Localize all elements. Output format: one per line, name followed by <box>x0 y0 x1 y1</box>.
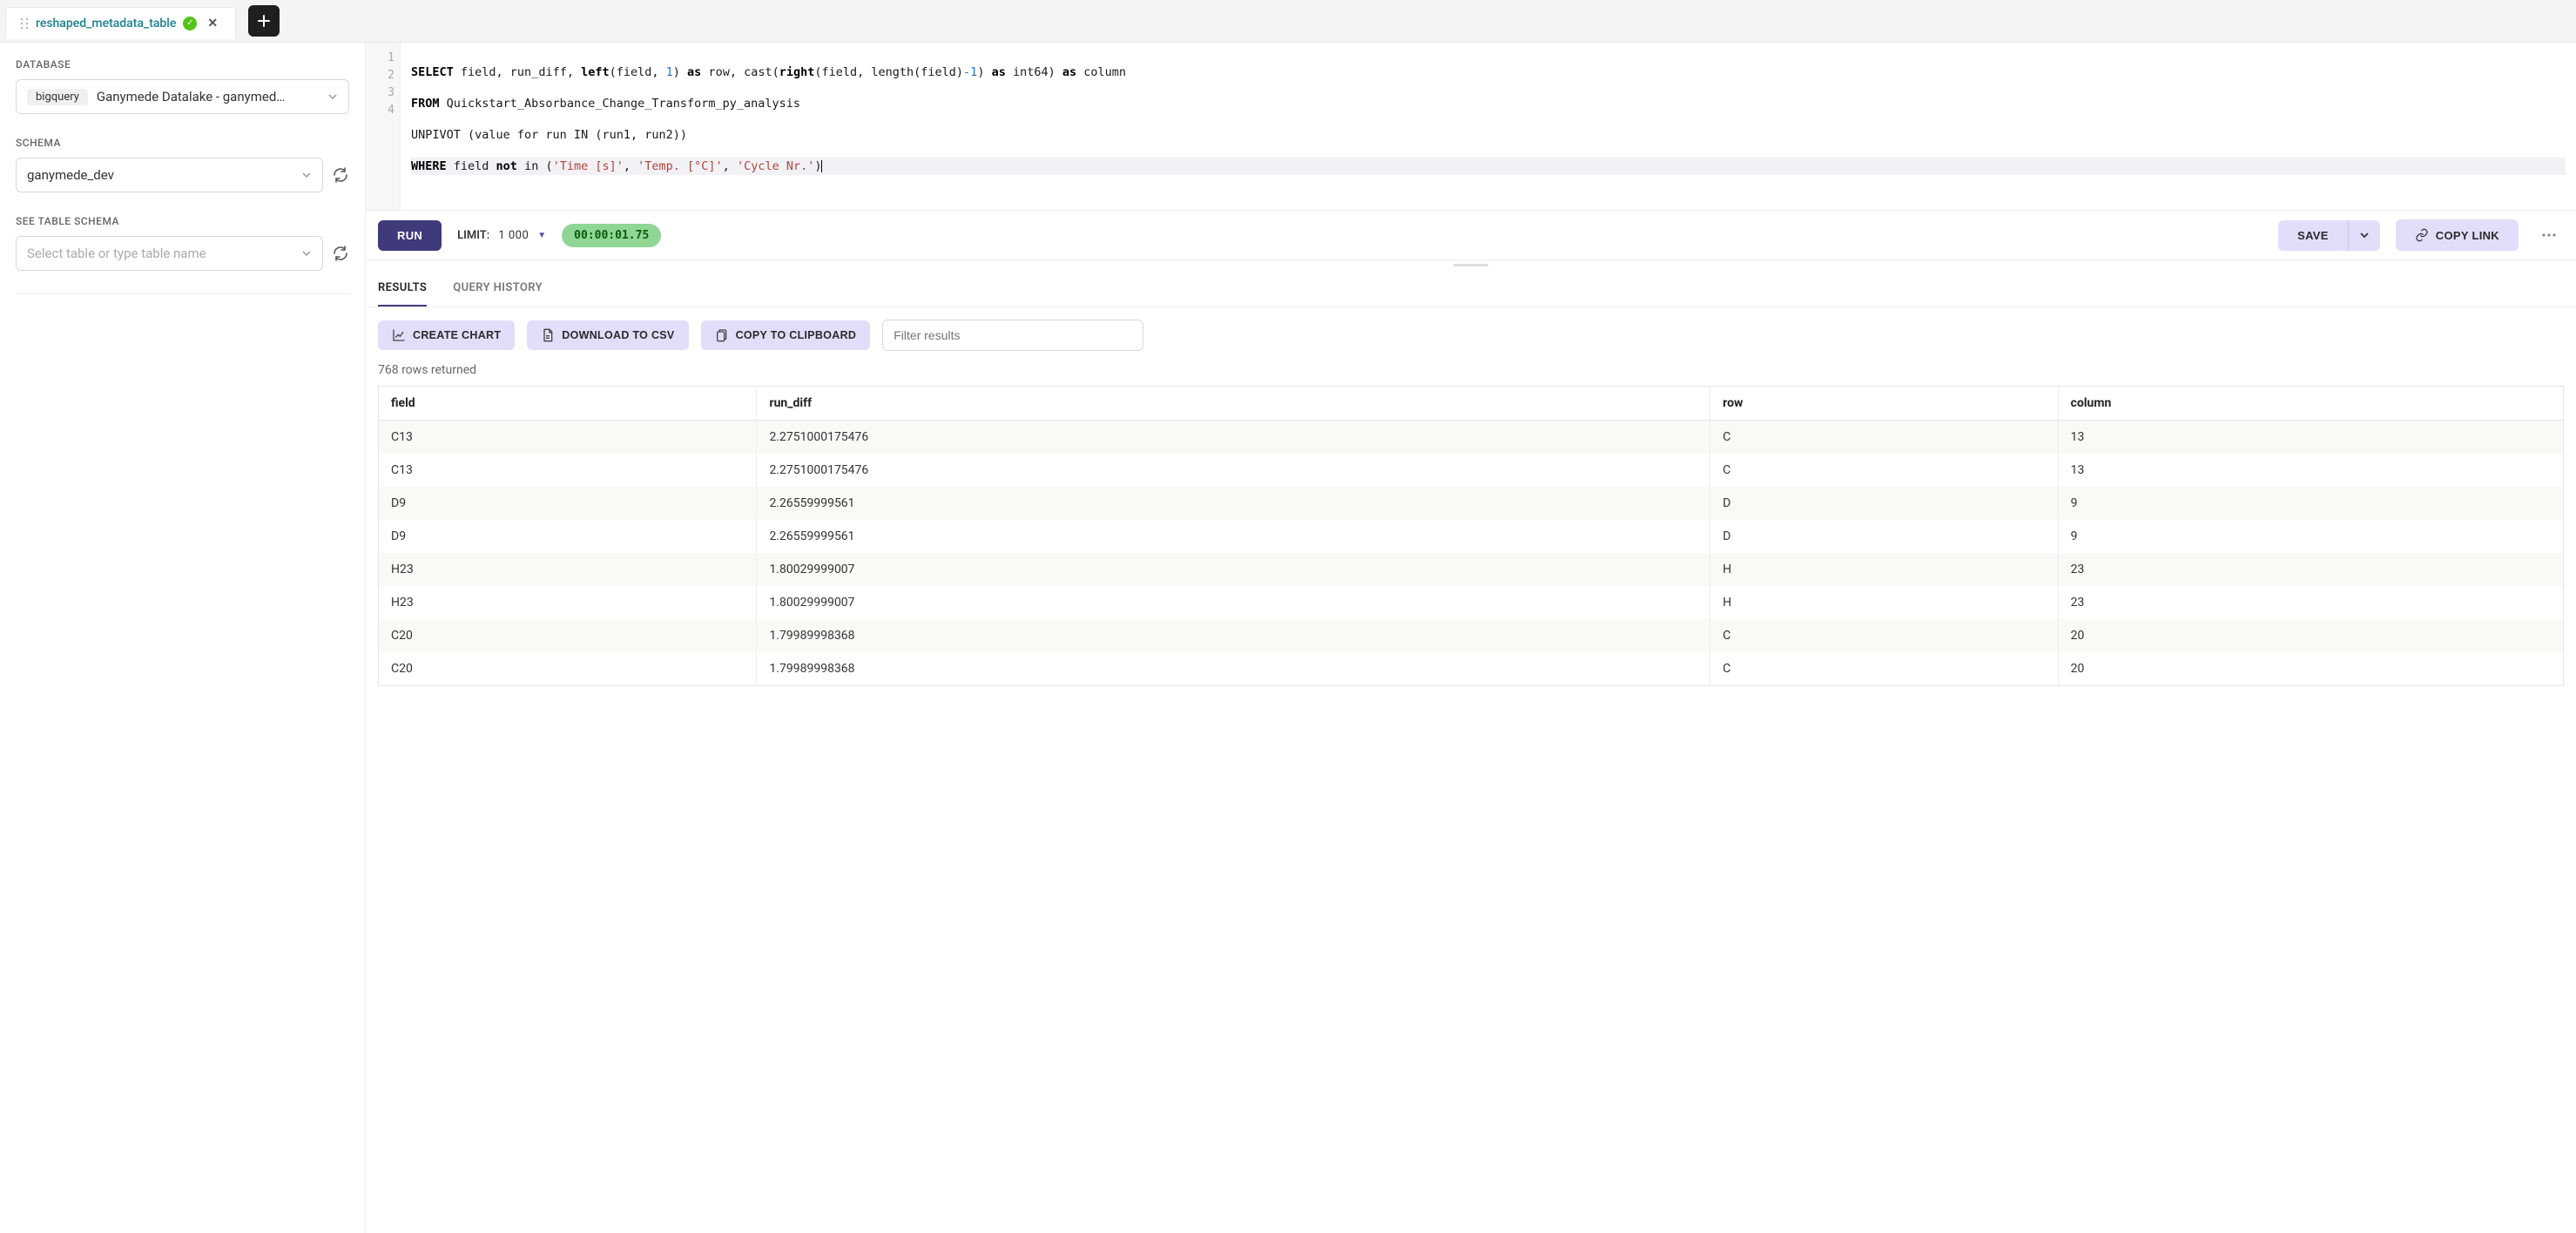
table-cell: H23 <box>379 586 757 619</box>
table-cell: C13 <box>379 454 757 487</box>
sidebar: DATABASE bigquery Ganymede Datalake - ga… <box>0 43 366 1233</box>
table-row[interactable]: H231.80029999007H23 <box>379 586 2564 619</box>
results-table: field run_diff row column C132.275100017… <box>378 386 2564 686</box>
col-run-diff[interactable]: run_diff <box>757 387 1710 421</box>
table-cell: H <box>1710 586 2058 619</box>
resize-handle[interactable] <box>366 260 2576 269</box>
close-icon[interactable]: ✕ <box>204 17 221 30</box>
sql-editor[interactable]: 1234 SELECT field, run_diff, left(field,… <box>366 43 2576 211</box>
table-cell: D9 <box>379 487 757 520</box>
result-tabs: RESULTS QUERY HISTORY <box>366 269 2576 307</box>
table-cell: C20 <box>379 652 757 686</box>
table-cell: 2.26559999561 <box>757 520 1710 553</box>
table-row[interactable]: C201.79989998368C20 <box>379 619 2564 652</box>
clipboard-icon <box>715 328 729 342</box>
table-cell: C <box>1710 652 2058 686</box>
query-timer: 00:00:01.75 <box>562 224 661 247</box>
table-cell: C13 <box>379 421 757 455</box>
table-cell: 1.80029999007 <box>757 586 1710 619</box>
copy-link-button[interactable]: COPY LINK <box>2396 219 2519 251</box>
code-area[interactable]: SELECT field, run_diff, left(field, 1) a… <box>401 43 2576 210</box>
table-row[interactable]: C201.79989998368C20 <box>379 652 2564 686</box>
refresh-icon[interactable] <box>332 166 349 184</box>
table-schema-label: SEE TABLE SCHEMA <box>16 215 349 227</box>
table-cell: 2.26559999561 <box>757 487 1710 520</box>
database-select[interactable]: bigquery Ganymede Datalake - ganymed… <box>16 79 349 114</box>
table-cell: 9 <box>2058 487 2563 520</box>
add-tab-button[interactable] <box>248 5 280 37</box>
col-column[interactable]: column <box>2058 387 2563 421</box>
tab-results[interactable]: RESULTS <box>378 281 427 307</box>
table-row[interactable]: C132.2751000175476C13 <box>379 454 2564 487</box>
save-button[interactable]: SAVE <box>2278 220 2348 251</box>
run-button[interactable]: RUN <box>378 220 442 251</box>
table-cell: 23 <box>2058 553 2563 586</box>
filter-results-input[interactable] <box>882 320 1143 351</box>
schema-value: ganymede_dev <box>27 167 114 183</box>
save-button-group: SAVE <box>2278 220 2380 251</box>
database-value: Ganymede Datalake - ganymed… <box>97 89 285 104</box>
drag-handle-icon[interactable] <box>20 17 29 30</box>
table-cell: C <box>1710 619 2058 652</box>
table-cell: 20 <box>2058 619 2563 652</box>
table-row[interactable]: H231.80029999007H23 <box>379 553 2564 586</box>
table-row[interactable]: D92.26559999561D9 <box>379 487 2564 520</box>
table-row[interactable]: D92.26559999561D9 <box>379 520 2564 553</box>
table-cell: 9 <box>2058 520 2563 553</box>
database-chip: bigquery <box>27 89 88 105</box>
check-icon: ✓ <box>183 17 197 30</box>
table-cell: C <box>1710 421 2058 455</box>
limit-label: LIMIT: <box>457 229 489 242</box>
tab-query-history[interactable]: QUERY HISTORY <box>453 281 543 307</box>
tabs-bar: reshaped_metadata_table ✓ ✕ <box>0 0 2576 43</box>
col-row[interactable]: row <box>1710 387 2058 421</box>
table-select[interactable]: Select table or type table name <box>16 236 323 271</box>
chart-icon <box>392 328 406 342</box>
table-cell: C <box>1710 454 2058 487</box>
table-cell: H <box>1710 553 2058 586</box>
line-gutter: 1234 <box>366 43 401 210</box>
save-dropdown-button[interactable] <box>2348 220 2380 251</box>
database-label: DATABASE <box>16 58 349 71</box>
chevron-down-icon <box>327 90 338 104</box>
limit-value: 1 000 <box>498 229 529 242</box>
refresh-icon[interactable] <box>332 245 349 262</box>
table-cell: 1.80029999007 <box>757 553 1710 586</box>
rows-returned: 768 rows returned <box>366 363 2576 386</box>
content: 1234 SELECT field, run_diff, left(field,… <box>366 43 2576 1233</box>
table-cell: D <box>1710 487 2058 520</box>
table-cell: 2.2751000175476 <box>757 454 1710 487</box>
download-csv-button[interactable]: DOWNLOAD TO CSV <box>527 320 688 350</box>
table-cell: 2.2751000175476 <box>757 421 1710 455</box>
table-cell: D <box>1710 520 2058 553</box>
create-chart-button[interactable]: CREATE CHART <box>378 320 515 350</box>
query-toolbar: RUN LIMIT: 1 000 ▼ 00:00:01.75 SAVE COPY… <box>366 211 2576 260</box>
table-cell: D9 <box>379 520 757 553</box>
table-cell: 1.79989998368 <box>757 652 1710 686</box>
table-row[interactable]: C132.2751000175476C13 <box>379 421 2564 455</box>
col-field[interactable]: field <box>379 387 757 421</box>
table-placeholder: Select table or type table name <box>27 246 206 261</box>
divider <box>16 293 349 294</box>
table-cell: 20 <box>2058 652 2563 686</box>
chevron-down-icon <box>301 168 312 182</box>
caret-down-icon[interactable]: ▼ <box>537 231 546 240</box>
file-icon <box>541 328 555 342</box>
tab-label: reshaped_metadata_table <box>36 17 176 30</box>
table-cell: H23 <box>379 553 757 586</box>
table-cell: 13 <box>2058 421 2563 455</box>
schema-label: SCHEMA <box>16 137 349 149</box>
table-cell: 23 <box>2058 586 2563 619</box>
chevron-down-icon <box>301 246 312 260</box>
limit-selector[interactable]: LIMIT: 1 000 ▼ <box>457 229 546 242</box>
more-menu-icon[interactable] <box>2534 227 2564 243</box>
tab-active[interactable]: reshaped_metadata_table ✓ ✕ <box>5 7 236 39</box>
schema-select[interactable]: ganymede_dev <box>16 158 323 192</box>
copy-clipboard-button[interactable]: COPY TO CLIPBOARD <box>701 320 871 350</box>
link-icon <box>2415 228 2429 242</box>
results-toolbar: CREATE CHART DOWNLOAD TO CSV COPY TO CLI… <box>366 307 2576 363</box>
table-cell: 13 <box>2058 454 2563 487</box>
table-cell: 1.79989998368 <box>757 619 1710 652</box>
table-cell: C20 <box>379 619 757 652</box>
